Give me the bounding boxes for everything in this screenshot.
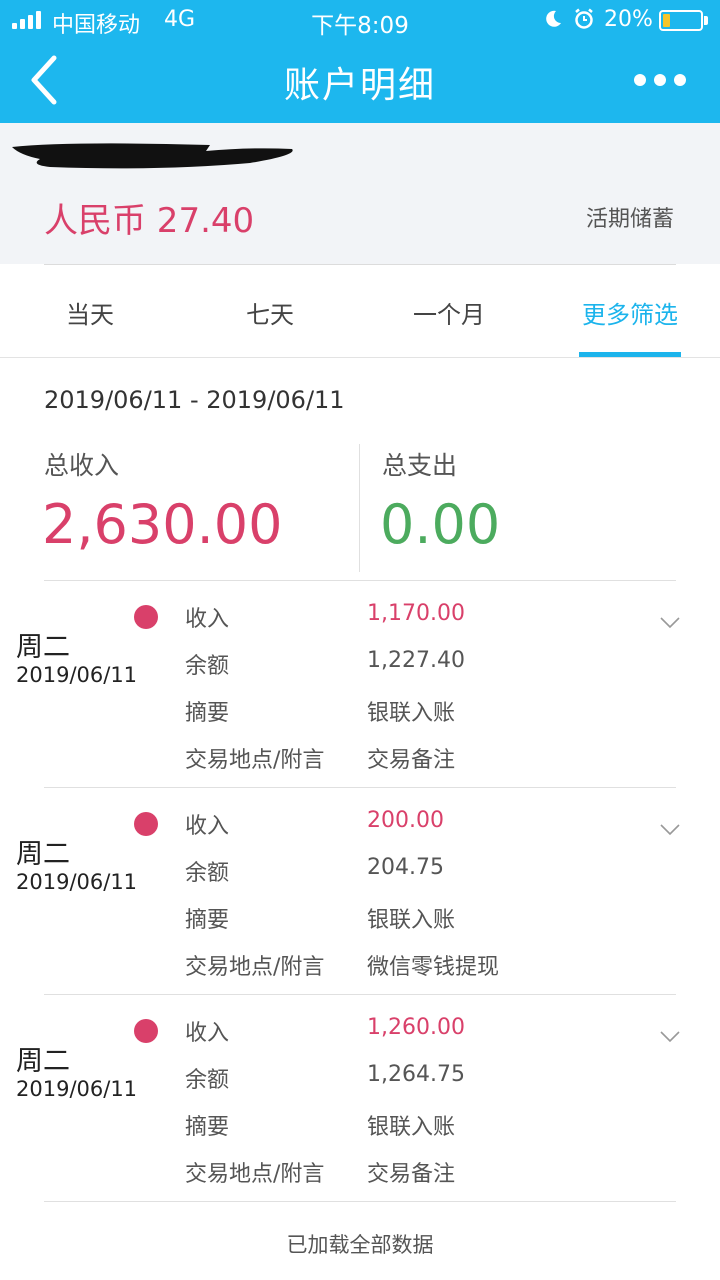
date-range: 2019/06/11 - 2019/06/11 xyxy=(44,386,345,414)
transaction-weekday: 周二 xyxy=(16,632,70,663)
total-expense-label: 总支出 xyxy=(382,451,458,480)
transaction-field-label: 交易地点/附言 xyxy=(185,1162,325,1187)
total-expense-value: 0.00 xyxy=(380,493,501,556)
transaction-field-label: 摘要 xyxy=(185,908,230,933)
header-bar: 中国移动 4G 下午8:09 20% 账户明细 xyxy=(0,0,720,123)
transaction-field-label: 收入 xyxy=(185,607,230,632)
battery-level xyxy=(663,14,670,27)
transaction-weekday: 周二 xyxy=(16,1046,70,1077)
chevron-down-icon[interactable] xyxy=(659,1030,681,1044)
transaction-field-label: 摘要 xyxy=(185,1115,230,1140)
tab-more-filters[interactable]: 更多筛选 xyxy=(540,295,720,330)
income-dot-icon xyxy=(134,605,158,629)
transaction-field-value: 200.00 xyxy=(367,808,444,833)
chevron-down-icon[interactable] xyxy=(659,823,681,837)
transaction-field-value: 204.75 xyxy=(367,855,444,880)
transaction-field-value: 银联入账 xyxy=(367,701,456,726)
moon-icon xyxy=(546,10,561,27)
more-dots-icon[interactable] xyxy=(630,68,690,92)
transaction-field-value: 交易备注 xyxy=(367,1162,456,1187)
chevron-down-icon[interactable] xyxy=(659,616,681,630)
account-balance: 人民币 27.40 xyxy=(44,201,255,241)
date-filter-tabs: 当天 七天 一个月 更多筛选 xyxy=(0,264,720,358)
transaction-field-label: 余额 xyxy=(185,654,230,679)
transaction-record[interactable]: 周二 2019/06/11 收入 200.00 余额 204.75 摘要 银联入账交易地点/附… xyxy=(0,788,720,995)
tab-today[interactable]: 当天 xyxy=(0,295,180,330)
redacted-account-number xyxy=(12,143,293,169)
battery-percent: 20% xyxy=(604,7,653,32)
transaction-record[interactable]: 周二 2019/06/11 收入 1,170.00 余额 1,227.40 摘要 银联入账交易… xyxy=(0,581,720,788)
total-income-value: 2,630.00 xyxy=(42,493,283,556)
page-title: 账户明细 xyxy=(283,65,436,106)
transaction-field-value: 1,227.40 xyxy=(367,648,465,673)
transaction-field-value: 1,264.75 xyxy=(367,1062,465,1087)
battery-tip xyxy=(704,16,708,25)
load-complete-text: 已加载全部数据 xyxy=(286,1233,434,1257)
transaction-weekday: 周二 xyxy=(16,839,70,870)
divider xyxy=(44,1201,676,1202)
transaction-field-value: 1,260.00 xyxy=(367,1015,465,1040)
transaction-field-label: 交易地点/附言 xyxy=(185,955,325,980)
transaction-field-label: 交易地点/附言 xyxy=(185,748,325,773)
active-tab-indicator xyxy=(579,352,681,357)
tab-one-month[interactable]: 一个月 xyxy=(359,295,539,330)
transaction-field-label: 余额 xyxy=(185,861,230,886)
income-dot-icon xyxy=(134,1019,158,1043)
account-type: 活期储蓄 xyxy=(585,207,674,232)
transaction-date: 2019/06/11 xyxy=(16,870,138,894)
divider xyxy=(44,264,676,265)
transaction-field-label: 摘要 xyxy=(185,701,230,726)
transaction-record[interactable]: 周二 2019/06/11 收入 1,260.00 余额 1,264.75 摘要 银联入账交易… xyxy=(0,995,720,1202)
tab-seven-days[interactable]: 七天 xyxy=(180,295,360,330)
total-income-label: 总收入 xyxy=(44,451,120,480)
transaction-field-label: 余额 xyxy=(185,1068,230,1093)
transaction-field-label: 收入 xyxy=(185,1021,230,1046)
alarm-icon xyxy=(575,8,593,29)
transaction-field-value: 1,170.00 xyxy=(367,601,465,626)
income-dot-icon xyxy=(134,812,158,836)
transaction-field-value: 银联入账 xyxy=(367,1115,456,1140)
account-summary: 人民币 27.40 活期储蓄 xyxy=(0,123,720,264)
transaction-date: 2019/06/11 xyxy=(16,1077,138,1101)
transaction-field-value: 交易备注 xyxy=(367,748,456,773)
transaction-field-label: 收入 xyxy=(185,814,230,839)
transaction-field-value: 微信零钱提现 xyxy=(367,955,500,980)
transaction-date: 2019/06/11 xyxy=(16,663,138,687)
battery-icon xyxy=(659,10,703,31)
transaction-field-value: 银联入账 xyxy=(367,908,456,933)
status-bar: 中国移动 4G 下午8:09 20% xyxy=(0,0,720,40)
divider xyxy=(359,444,360,572)
